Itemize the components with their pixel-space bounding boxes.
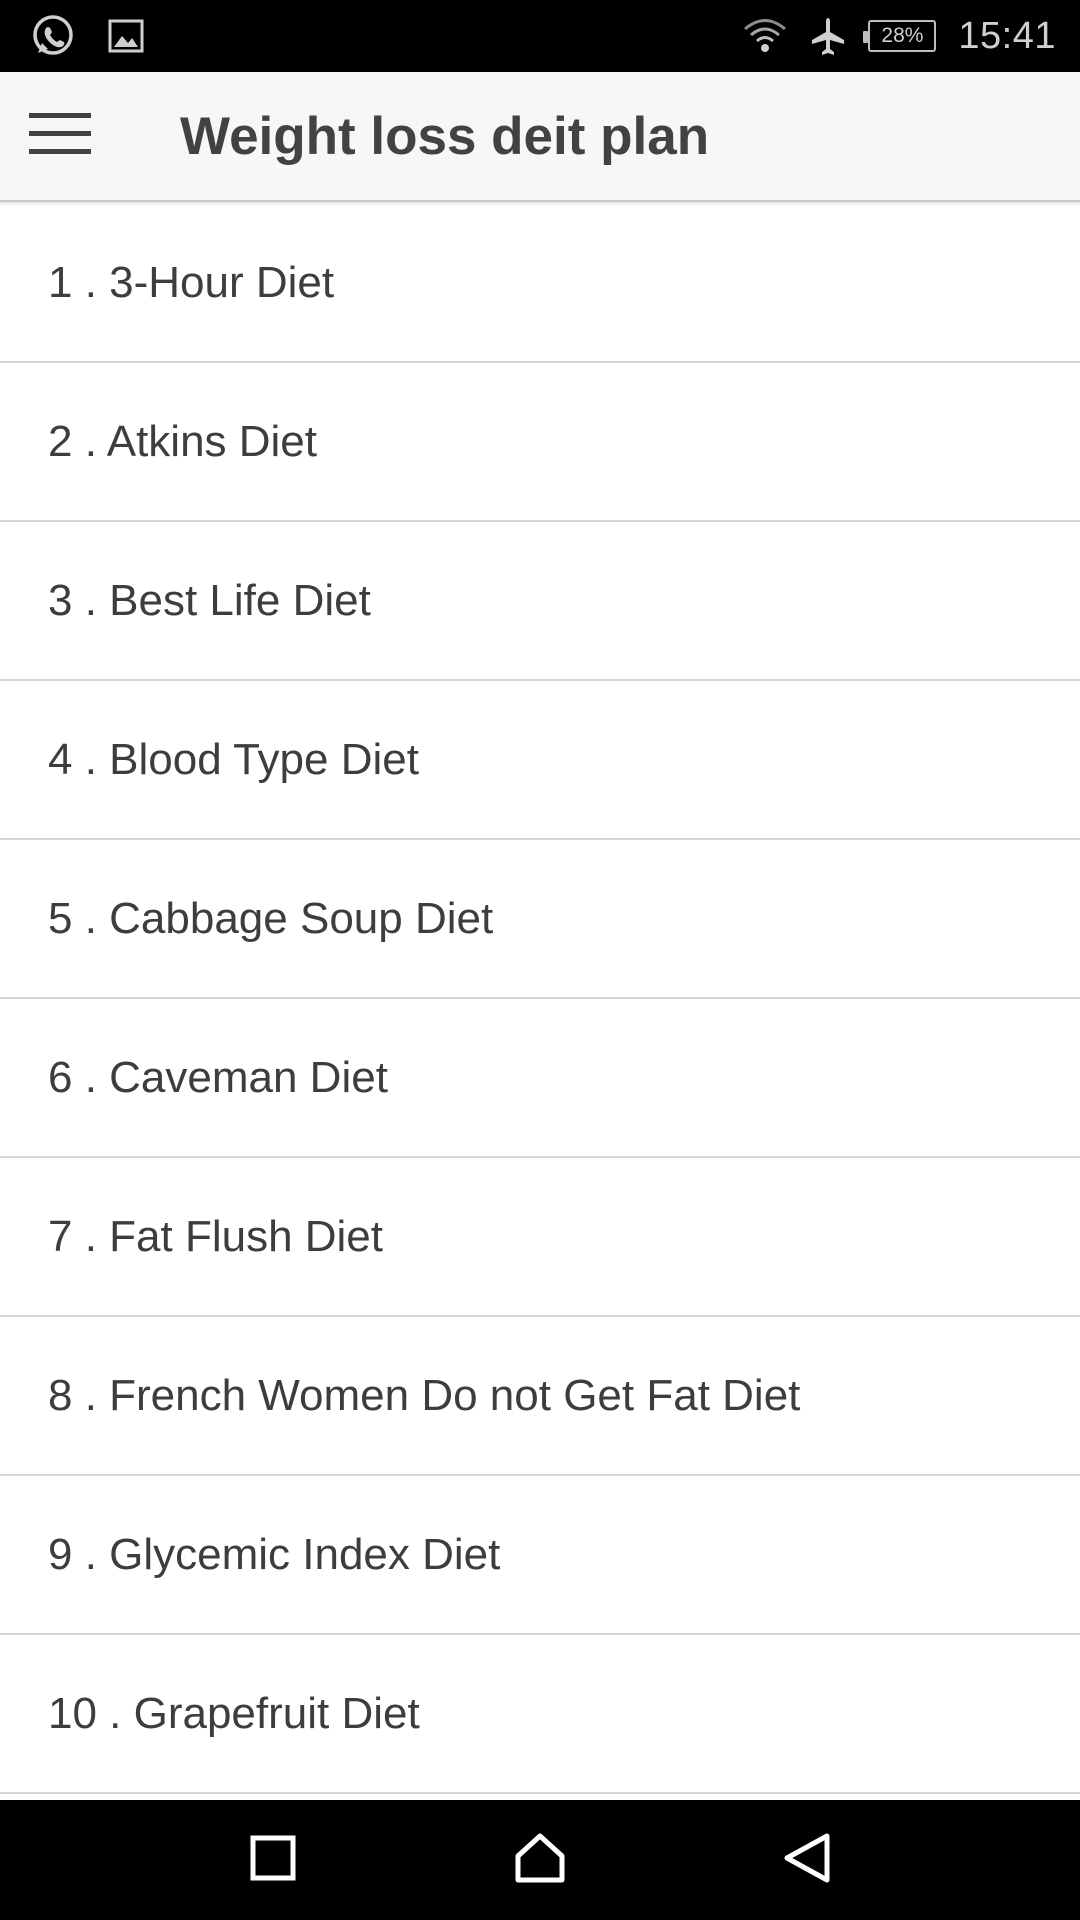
gallery-icon xyxy=(106,16,146,56)
wifi-icon xyxy=(742,16,788,56)
battery-indicator: 28% xyxy=(863,20,937,52)
recents-square-icon xyxy=(249,1834,297,1887)
list-item[interactable]: 2 . Atkins Diet xyxy=(0,363,1080,522)
list-item[interactable]: 4 . Blood Type Diet xyxy=(0,681,1080,840)
page-title: Weight loss deit plan xyxy=(180,106,710,166)
status-left xyxy=(30,13,176,59)
hamburger-menu-icon xyxy=(29,111,91,162)
status-bar: 28% 15:41 xyxy=(0,0,1080,72)
status-clock: 15:41 xyxy=(958,14,1056,57)
list-item[interactable]: 5 . Cabbage Soup Diet xyxy=(0,840,1080,999)
airplane-icon xyxy=(808,16,848,56)
back-triangle-icon xyxy=(781,1832,833,1889)
home-button[interactable] xyxy=(480,1800,600,1920)
whatsapp-icon xyxy=(30,13,76,59)
list-item[interactable]: 7 . Fat Flush Diet xyxy=(0,1158,1080,1317)
diet-list: 1 . 3-Hour Diet 2 . Atkins Diet 3 . Best… xyxy=(0,204,1080,1794)
status-right: 28% 15:41 xyxy=(722,15,1056,58)
back-button[interactable] xyxy=(747,1800,867,1920)
screen: 28% 15:41 Weight loss deit plan 1 . 3-Ho… xyxy=(0,0,1080,1920)
app-bar: Weight loss deit plan xyxy=(0,72,1080,202)
list-item[interactable]: 8 . French Women Do not Get Fat Diet xyxy=(0,1317,1080,1476)
navigation-bar xyxy=(0,1800,1080,1920)
list-item[interactable]: 1 . 3-Hour Diet xyxy=(0,204,1080,363)
menu-button[interactable] xyxy=(0,71,120,201)
list-item[interactable]: 3 . Best Life Diet xyxy=(0,522,1080,681)
list-item[interactable]: 9 . Glycemic Index Diet xyxy=(0,1476,1080,1635)
recents-button[interactable] xyxy=(213,1800,333,1920)
list-item[interactable]: 10 . Grapefruit Diet xyxy=(0,1635,1080,1794)
home-icon xyxy=(514,1832,566,1889)
list-item[interactable]: 6 . Caveman Diet xyxy=(0,999,1080,1158)
